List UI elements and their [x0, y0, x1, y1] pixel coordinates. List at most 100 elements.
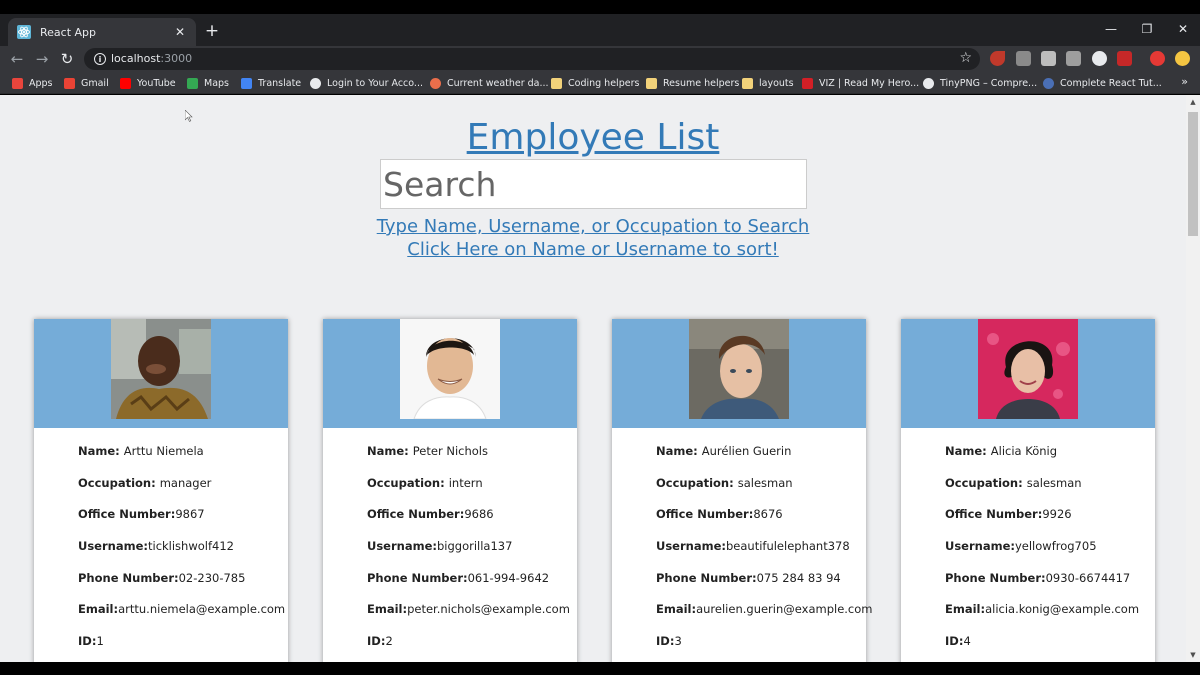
extension-icon[interactable] [990, 51, 1005, 66]
employee-email: Email:aurelien.guerin@example.com [656, 602, 873, 616]
browser-tab[interactable]: React App ✕ [8, 18, 196, 46]
employee-photo [689, 319, 789, 419]
youtube-icon [120, 77, 131, 89]
profile-avatar-icon[interactable] [1150, 51, 1165, 66]
folder-icon [742, 77, 753, 89]
page-content: Employee List Type Name, Username, or Oc… [0, 95, 1186, 662]
employee-username[interactable]: Username:biggorilla137 [367, 539, 512, 553]
employee-occupation: Occupation: manager [78, 476, 212, 490]
translate-icon [241, 77, 252, 89]
folder-icon [646, 77, 657, 89]
tab-strip: React App ✕ + — ❐ ✕ [0, 14, 1200, 46]
close-tab-icon[interactable]: ✕ [172, 24, 188, 40]
employee-office: Office Number:8676 [656, 507, 783, 521]
tab-title: React App [40, 25, 97, 39]
page-title[interactable]: Employee List [0, 117, 1186, 158]
minimize-icon[interactable]: — [1094, 18, 1128, 40]
restore-icon[interactable]: ❐ [1130, 18, 1164, 40]
employee-card: Name: Arttu Niemela Occupation: manager … [34, 319, 288, 662]
employee-office: Office Number:9926 [945, 507, 1072, 521]
employee-occupation: Occupation: intern [367, 476, 483, 490]
employee-photo [400, 319, 500, 419]
employee-username[interactable]: Username:ticklishwolf412 [78, 539, 234, 553]
bookmark-star-icon[interactable]: ☆ [959, 50, 972, 66]
bookmark-item[interactable]: Apps [12, 75, 53, 91]
employee-email: Email:alicia.konig@example.com [945, 602, 1140, 616]
sort-hint-link[interactable]: Click Here on Name or Username to sort! [0, 239, 1186, 260]
employee-name[interactable]: Name: Arttu Niemela [78, 444, 204, 458]
viz-icon [802, 77, 813, 89]
employee-occupation: Occupation: salesman [945, 476, 1082, 490]
extension-icon[interactable] [1117, 51, 1132, 66]
forward-icon[interactable]: → [31, 48, 53, 70]
page-scrollbar[interactable]: ▲ ▼ [1186, 95, 1200, 662]
back-icon[interactable]: ← [6, 48, 28, 70]
scrollbar-thumb[interactable] [1188, 112, 1198, 236]
employee-email: Email:arttu.niemela@example.com [78, 602, 286, 616]
employee-photo [978, 319, 1078, 419]
employee-office: Office Number:9867 [78, 507, 205, 521]
bookmark-item[interactable]: TinyPNG – Compre... [923, 75, 1037, 91]
url-text: localhost:3000 [111, 52, 193, 65]
card-header [323, 319, 577, 428]
bookmark-item[interactable]: YouTube [120, 75, 176, 91]
employee-photo [111, 319, 211, 419]
reload-icon[interactable]: ↻ [56, 48, 78, 70]
bookmark-folder[interactable]: Resume helpers [646, 75, 739, 91]
address-bar[interactable]: i localhost:3000 ☆ [84, 48, 980, 70]
scroll-up-icon[interactable]: ▲ [1186, 95, 1200, 109]
card-header [34, 319, 288, 428]
more-bookmarks-icon[interactable]: » [1181, 75, 1188, 88]
employee-id: ID:2 [367, 634, 393, 648]
bookmark-item[interactable]: VIZ | Read My Hero... [802, 75, 919, 91]
employee-name[interactable]: Name: Aurélien Guerin [656, 444, 791, 458]
bookmark-item[interactable]: Translate [241, 75, 301, 91]
bookmark-item[interactable]: Login to Your Acco... [310, 75, 423, 91]
employee-phone: Phone Number:02-230-785 [78, 571, 246, 585]
react-favicon-icon [17, 25, 31, 39]
employee-username[interactable]: Username:beautifulelephant378 [656, 539, 850, 553]
employee-email: Email:peter.nichols@example.com [367, 602, 570, 616]
employee-card: Name: Alicia König Occupation: salesman … [901, 319, 1155, 662]
close-window-icon[interactable]: ✕ [1166, 18, 1200, 40]
globe-icon [310, 77, 321, 89]
employee-name[interactable]: Name: Peter Nichols [367, 444, 488, 458]
browser-toolbar: ← → ↻ i localhost:3000 ☆ [0, 46, 1200, 72]
bookmark-folder[interactable]: layouts [742, 75, 794, 91]
employee-card: Name: Peter Nichols Occupation: intern O… [323, 319, 577, 662]
maps-icon [187, 77, 198, 89]
employee-username[interactable]: Username:yellowfrog705 [945, 539, 1097, 553]
search-hint-link[interactable]: Type Name, Username, or Occupation to Se… [0, 216, 1186, 237]
info-icon[interactable]: i [94, 53, 106, 65]
employee-card: Name: Aurélien Guerin Occupation: salesm… [612, 319, 872, 662]
employee-name[interactable]: Name: Alicia König [945, 444, 1057, 458]
extension-icon[interactable] [1016, 51, 1031, 66]
screen: React App ✕ + — ❐ ✕ ← → ↻ i localhost:30… [0, 0, 1200, 675]
card-header [901, 319, 1155, 428]
apps-grid-icon [12, 77, 23, 89]
employee-id: ID:1 [78, 634, 104, 648]
extension-icon[interactable] [1041, 51, 1056, 66]
bookmark-folder[interactable]: Coding helpers [551, 75, 639, 91]
employee-phone: Phone Number:061-994-9642 [367, 571, 550, 585]
employee-occupation: Occupation: salesman [656, 476, 793, 490]
bookmark-item[interactable]: Current weather da... [430, 75, 549, 91]
panda-icon [923, 77, 934, 89]
gmail-icon [64, 77, 75, 89]
folder-icon [551, 77, 562, 89]
employee-phone: Phone Number:0930-6674417 [945, 571, 1131, 585]
weather-icon [430, 77, 441, 89]
bookmarks-bar: Apps Gmail YouTube Maps Translate Login … [0, 72, 1200, 94]
bookmark-item[interactable]: Gmail [64, 75, 109, 91]
new-tab-icon[interactable]: + [203, 21, 221, 41]
employee-phone: Phone Number:075 284 83 94 [656, 571, 841, 585]
extension-icon[interactable] [1066, 51, 1081, 66]
employee-office: Office Number:9686 [367, 507, 494, 521]
bookmark-item[interactable]: Maps [187, 75, 229, 91]
employee-id: ID:4 [945, 634, 971, 648]
extension-icon[interactable] [1092, 51, 1107, 66]
scroll-down-icon[interactable]: ▼ [1186, 648, 1200, 662]
search-input[interactable] [380, 159, 807, 209]
bookmark-item[interactable]: Complete React Tut... [1043, 75, 1162, 91]
extension-icon[interactable] [1175, 51, 1190, 66]
